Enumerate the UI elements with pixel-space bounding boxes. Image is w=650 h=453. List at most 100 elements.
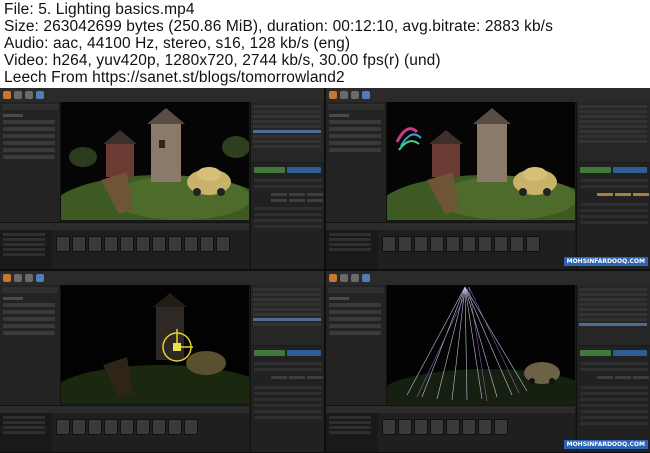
asset-thumbnail: [152, 419, 166, 435]
asset-thumbnail: [462, 236, 476, 252]
foliage-tool-icon: [36, 91, 44, 99]
mode-item: [3, 148, 55, 152]
thumbnail-4: MOHSINFARDOOQ.COM: [326, 271, 650, 452]
stone-tower: [156, 305, 184, 360]
leech-source-text: Leech From https://sanet.st/blogs/tomorr…: [4, 69, 345, 86]
add-component-button[interactable]: [254, 167, 285, 173]
mode-item: [3, 120, 55, 124]
details-panel: [250, 163, 324, 269]
add-component-button[interactable]: [254, 350, 285, 356]
asset-thumbnail: [494, 419, 508, 435]
modes-panel: [0, 285, 61, 405]
asset-thumbnail: [168, 419, 182, 435]
editor-toolbar: [0, 271, 324, 286]
scene-render: [61, 102, 249, 220]
mode-item: [3, 317, 55, 321]
engine-logo-icon: [3, 91, 11, 99]
blueprint-script-button[interactable]: [287, 350, 321, 356]
mode-item: [329, 127, 381, 131]
scene-render: [387, 102, 575, 220]
asset-thumbnail: [382, 419, 396, 435]
foliage-tool-icon: [362, 91, 370, 99]
asset-thumbnail: [104, 419, 118, 435]
asset-thumbnail: [382, 236, 396, 252]
watermark-badge: MOHSINFARDOOQ.COM: [563, 440, 648, 449]
brush-tool-icon: [351, 274, 359, 282]
asset-thumbnail: [120, 236, 134, 252]
brush-tool-icon: [351, 91, 359, 99]
asset-thumbnail: [136, 419, 150, 435]
asset-thumbnail: [414, 419, 428, 435]
blueprint-script-button[interactable]: [287, 167, 321, 173]
modes-panel: [326, 285, 387, 405]
asset-thumbnail: [446, 419, 460, 435]
content-browser: [326, 222, 575, 269]
light-icon[interactable]: [173, 343, 181, 351]
content-browser: [0, 405, 249, 452]
watermark-badge: MOHSINFARDOOQ.COM: [563, 257, 648, 266]
asset-thumbnail: [88, 236, 102, 252]
mode-item: [3, 127, 55, 131]
asset-thumbnail: [462, 419, 476, 435]
asset-thumbnail: [56, 236, 70, 252]
asset-thumbnail: [430, 236, 444, 252]
select-tool-icon: [14, 274, 22, 282]
details-panel: [576, 163, 650, 269]
content-browser: [0, 222, 249, 269]
blueprint-script-button[interactable]: [613, 167, 647, 173]
stone-tower: [151, 122, 181, 182]
engine-logo-icon: [3, 274, 11, 282]
asset-thumbnail: [184, 419, 198, 435]
asset-thumbnail: [216, 236, 230, 252]
asset-thumbnail: [478, 419, 492, 435]
asset-thumbnail: [446, 236, 460, 252]
mode-item: [3, 134, 55, 138]
asset-thumbnail: [430, 419, 444, 435]
foliage-tool-icon: [362, 274, 370, 282]
details-panel: [576, 346, 650, 452]
mode-item: [329, 317, 381, 321]
mode-item: [329, 134, 381, 138]
add-component-button[interactable]: [580, 167, 611, 173]
editor-toolbar: [326, 271, 650, 286]
asset-thumbnail: [72, 236, 86, 252]
editor-toolbar: [326, 88, 650, 103]
asset-thumbnail: [510, 236, 524, 252]
stone-tower: [477, 122, 507, 182]
scene-viewport: [61, 102, 249, 220]
details-panel: [250, 346, 324, 452]
asset-thumbnail: [414, 236, 428, 252]
asset-thumbnail: [478, 236, 492, 252]
thumbnail-1: [0, 88, 324, 269]
select-tool-icon: [14, 91, 22, 99]
scene-viewport: [61, 285, 249, 403]
mode-item: [329, 331, 381, 335]
world-outliner: [250, 285, 324, 345]
asset-thumbnail: [200, 236, 214, 252]
asset-thumbnail: [168, 236, 182, 252]
blueprint-script-button[interactable]: [613, 350, 647, 356]
brush-tool-icon: [25, 274, 33, 282]
engine-logo-icon: [329, 274, 337, 282]
thumbnail-3: [0, 271, 324, 452]
select-tool-icon: [340, 91, 348, 99]
asset-thumbnail: [494, 236, 508, 252]
scene-render: [61, 285, 249, 403]
world-outliner: [576, 285, 650, 345]
modes-panel: [0, 102, 61, 222]
asset-thumbnail: [104, 236, 118, 252]
mode-item: [329, 324, 381, 328]
mode-item: [329, 120, 381, 124]
asset-thumbnail: [136, 236, 150, 252]
mode-item: [329, 141, 381, 145]
mode-item: [3, 324, 55, 328]
size-info-text: Size: 263042699 bytes (250.86 MiB), dura…: [4, 18, 553, 35]
mode-item: [3, 331, 55, 335]
shed: [432, 142, 460, 177]
shed: [106, 142, 134, 177]
modes-panel: [326, 102, 387, 222]
add-component-button[interactable]: [580, 350, 611, 356]
engine-logo-icon: [329, 91, 337, 99]
asset-thumbnail: [526, 236, 540, 252]
file-info-header: File: 5. Lighting basics.mp4 Size: 26304…: [0, 0, 650, 88]
